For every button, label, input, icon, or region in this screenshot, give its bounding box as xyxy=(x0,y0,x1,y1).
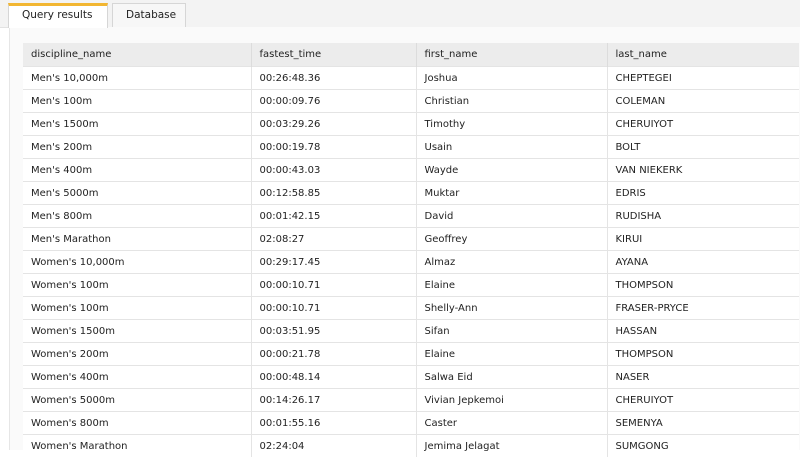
tab-query-results-label: Query results xyxy=(22,9,92,21)
last-name-cell[interactable]: EDRIS xyxy=(607,182,799,205)
fastest-time-cell[interactable]: 00:00:43.03 xyxy=(251,159,416,182)
last-name-cell[interactable]: CHERUIYOT xyxy=(607,113,799,136)
discipline-name-cell[interactable]: Men's 1500m xyxy=(23,113,251,136)
fastest-time-cell[interactable]: 00:26:48.36 xyxy=(251,67,416,90)
first-name-cell[interactable]: Sifan xyxy=(416,320,607,343)
first-name-cell[interactable]: Geoffrey xyxy=(416,228,607,251)
discipline-name-cell[interactable]: Men's 10,000m xyxy=(23,67,251,90)
last-name-cell[interactable]: COLEMAN xyxy=(607,90,799,113)
last-name-cell[interactable]: SEMENYA xyxy=(607,412,799,435)
discipline-name-cell[interactable]: Women's 400m xyxy=(23,366,251,389)
table-row[interactable]: Men's 400m00:00:43.03WaydeVAN NIEKERK xyxy=(23,159,799,182)
last-name-cell[interactable]: THOMPSON xyxy=(607,343,799,366)
first-name-cell[interactable]: Caster xyxy=(416,412,607,435)
table-row[interactable]: Women's 10,000m00:29:17.45AlmazAYANA xyxy=(23,251,799,274)
discipline-name-cell[interactable]: Women's 10,000m xyxy=(23,251,251,274)
discipline-name-cell[interactable]: Women's 200m xyxy=(23,343,251,366)
last-name-cell[interactable]: VAN NIEKERK xyxy=(607,159,799,182)
first-name-cell[interactable]: Timothy xyxy=(416,113,607,136)
discipline-name-cell[interactable]: Women's 100m xyxy=(23,297,251,320)
results-table: discipline_name fastest_time first_name … xyxy=(23,43,799,457)
fastest-time-cell[interactable]: 00:01:42.15 xyxy=(251,205,416,228)
column-header-first-name[interactable]: first_name xyxy=(416,43,607,67)
first-name-cell[interactable]: Almaz xyxy=(416,251,607,274)
fastest-time-cell[interactable]: 00:03:29.26 xyxy=(251,113,416,136)
table-row[interactable]: Women's 100m00:00:10.71ElaineTHOMPSON xyxy=(23,274,799,297)
table-row[interactable]: Men's 1500m00:03:29.26TimothyCHERUIYOT xyxy=(23,113,799,136)
first-name-cell[interactable]: Elaine xyxy=(416,343,607,366)
fastest-time-cell[interactable]: 00:03:51.95 xyxy=(251,320,416,343)
table-row[interactable]: Men's 200m00:00:19.78UsainBOLT xyxy=(23,136,799,159)
first-name-cell[interactable]: Jemima Jelagat xyxy=(416,435,607,457)
column-header-last-name[interactable]: last_name xyxy=(607,43,799,67)
tab-database-label: Database xyxy=(126,9,176,21)
fastest-time-cell[interactable]: 02:08:27 xyxy=(251,228,416,251)
first-name-cell[interactable]: Wayde xyxy=(416,159,607,182)
table-row[interactable]: Men's 100m00:00:09.76ChristianCOLEMAN xyxy=(23,90,799,113)
last-name-cell[interactable]: RUDISHA xyxy=(607,205,799,228)
table-row[interactable]: Men's Marathon02:08:27GeoffreyKIRUI xyxy=(23,228,799,251)
tab-bar: Query results Database xyxy=(0,0,800,28)
discipline-name-cell[interactable]: Men's Marathon xyxy=(23,228,251,251)
discipline-name-cell[interactable]: Women's 5000m xyxy=(23,389,251,412)
first-name-cell[interactable]: Salwa Eid xyxy=(416,366,607,389)
discipline-name-cell[interactable]: Men's 200m xyxy=(23,136,251,159)
first-name-cell[interactable]: Christian xyxy=(416,90,607,113)
last-name-cell[interactable]: AYANA xyxy=(607,251,799,274)
last-name-cell[interactable]: BOLT xyxy=(607,136,799,159)
column-header-fastest-time[interactable]: fastest_time xyxy=(251,43,416,67)
first-name-cell[interactable]: Muktar xyxy=(416,182,607,205)
discipline-name-cell[interactable]: Men's 400m xyxy=(23,159,251,182)
tab-database[interactable]: Database xyxy=(112,3,186,27)
last-name-cell[interactable]: SUMGONG xyxy=(607,435,799,457)
fastest-time-cell[interactable]: 00:29:17.45 xyxy=(251,251,416,274)
fastest-time-cell[interactable]: 00:00:21.78 xyxy=(251,343,416,366)
discipline-name-cell[interactable]: Women's 100m xyxy=(23,274,251,297)
first-name-cell[interactable]: David xyxy=(416,205,607,228)
last-name-cell[interactable]: THOMPSON xyxy=(607,274,799,297)
last-name-cell[interactable]: KIRUI xyxy=(607,228,799,251)
first-name-cell[interactable]: Joshua xyxy=(416,67,607,90)
discipline-name-cell[interactable]: Men's 5000m xyxy=(23,182,251,205)
table-row[interactable]: Women's 400m00:00:48.14Salwa EidNASER xyxy=(23,366,799,389)
discipline-name-cell[interactable]: Men's 800m xyxy=(23,205,251,228)
fastest-time-cell[interactable]: 00:00:10.71 xyxy=(251,274,416,297)
first-name-cell[interactable]: Usain xyxy=(416,136,607,159)
discipline-name-cell[interactable]: Women's 1500m xyxy=(23,320,251,343)
table-header-row: discipline_name fastest_time first_name … xyxy=(23,43,799,67)
query-results-panel: discipline_name fastest_time first_name … xyxy=(9,27,800,450)
fastest-time-cell[interactable]: 02:24:04 xyxy=(251,435,416,457)
table-row[interactable]: Women's 800m00:01:55.16CasterSEMENYA xyxy=(23,412,799,435)
fastest-time-cell[interactable]: 00:01:55.16 xyxy=(251,412,416,435)
fastest-time-cell[interactable]: 00:14:26.17 xyxy=(251,389,416,412)
fastest-time-cell[interactable]: 00:12:58.85 xyxy=(251,182,416,205)
table-row[interactable]: Women's 5000m00:14:26.17Vivian JepkemoiC… xyxy=(23,389,799,412)
table-row[interactable]: Men's 10,000m00:26:48.36JoshuaCHEPTEGEI xyxy=(23,67,799,90)
discipline-name-cell[interactable]: Women's Marathon xyxy=(23,435,251,457)
fastest-time-cell[interactable]: 00:00:19.78 xyxy=(251,136,416,159)
last-name-cell[interactable]: HASSAN xyxy=(607,320,799,343)
last-name-cell[interactable]: NASER xyxy=(607,366,799,389)
discipline-name-cell[interactable]: Men's 100m xyxy=(23,90,251,113)
table-body: Men's 10,000m00:26:48.36JoshuaCHEPTEGEIM… xyxy=(23,67,799,457)
last-name-cell[interactable]: CHERUIYOT xyxy=(607,389,799,412)
table-row[interactable]: Women's 200m00:00:21.78ElaineTHOMPSON xyxy=(23,343,799,366)
fastest-time-cell[interactable]: 00:00:10.71 xyxy=(251,297,416,320)
table-row[interactable]: Women's Marathon02:24:04Jemima JelagatSU… xyxy=(23,435,799,457)
first-name-cell[interactable]: Vivian Jepkemoi xyxy=(416,389,607,412)
last-name-cell[interactable]: CHEPTEGEI xyxy=(607,67,799,90)
fastest-time-cell[interactable]: 00:00:48.14 xyxy=(251,366,416,389)
table-row[interactable]: Men's 5000m00:12:58.85MuktarEDRIS xyxy=(23,182,799,205)
discipline-name-cell[interactable]: Women's 800m xyxy=(23,412,251,435)
table-row[interactable]: Women's 100m00:00:10.71Shelly-AnnFRASER-… xyxy=(23,297,799,320)
last-name-cell[interactable]: FRASER-PRYCE xyxy=(607,297,799,320)
table-row[interactable]: Women's 1500m00:03:51.95SifanHASSAN xyxy=(23,320,799,343)
column-header-discipline-name[interactable]: discipline_name xyxy=(23,43,251,67)
table-row[interactable]: Men's 800m00:01:42.15DavidRUDISHA xyxy=(23,205,799,228)
tab-query-results[interactable]: Query results xyxy=(8,3,108,28)
fastest-time-cell[interactable]: 00:00:09.76 xyxy=(251,90,416,113)
first-name-cell[interactable]: Shelly-Ann xyxy=(416,297,607,320)
first-name-cell[interactable]: Elaine xyxy=(416,274,607,297)
